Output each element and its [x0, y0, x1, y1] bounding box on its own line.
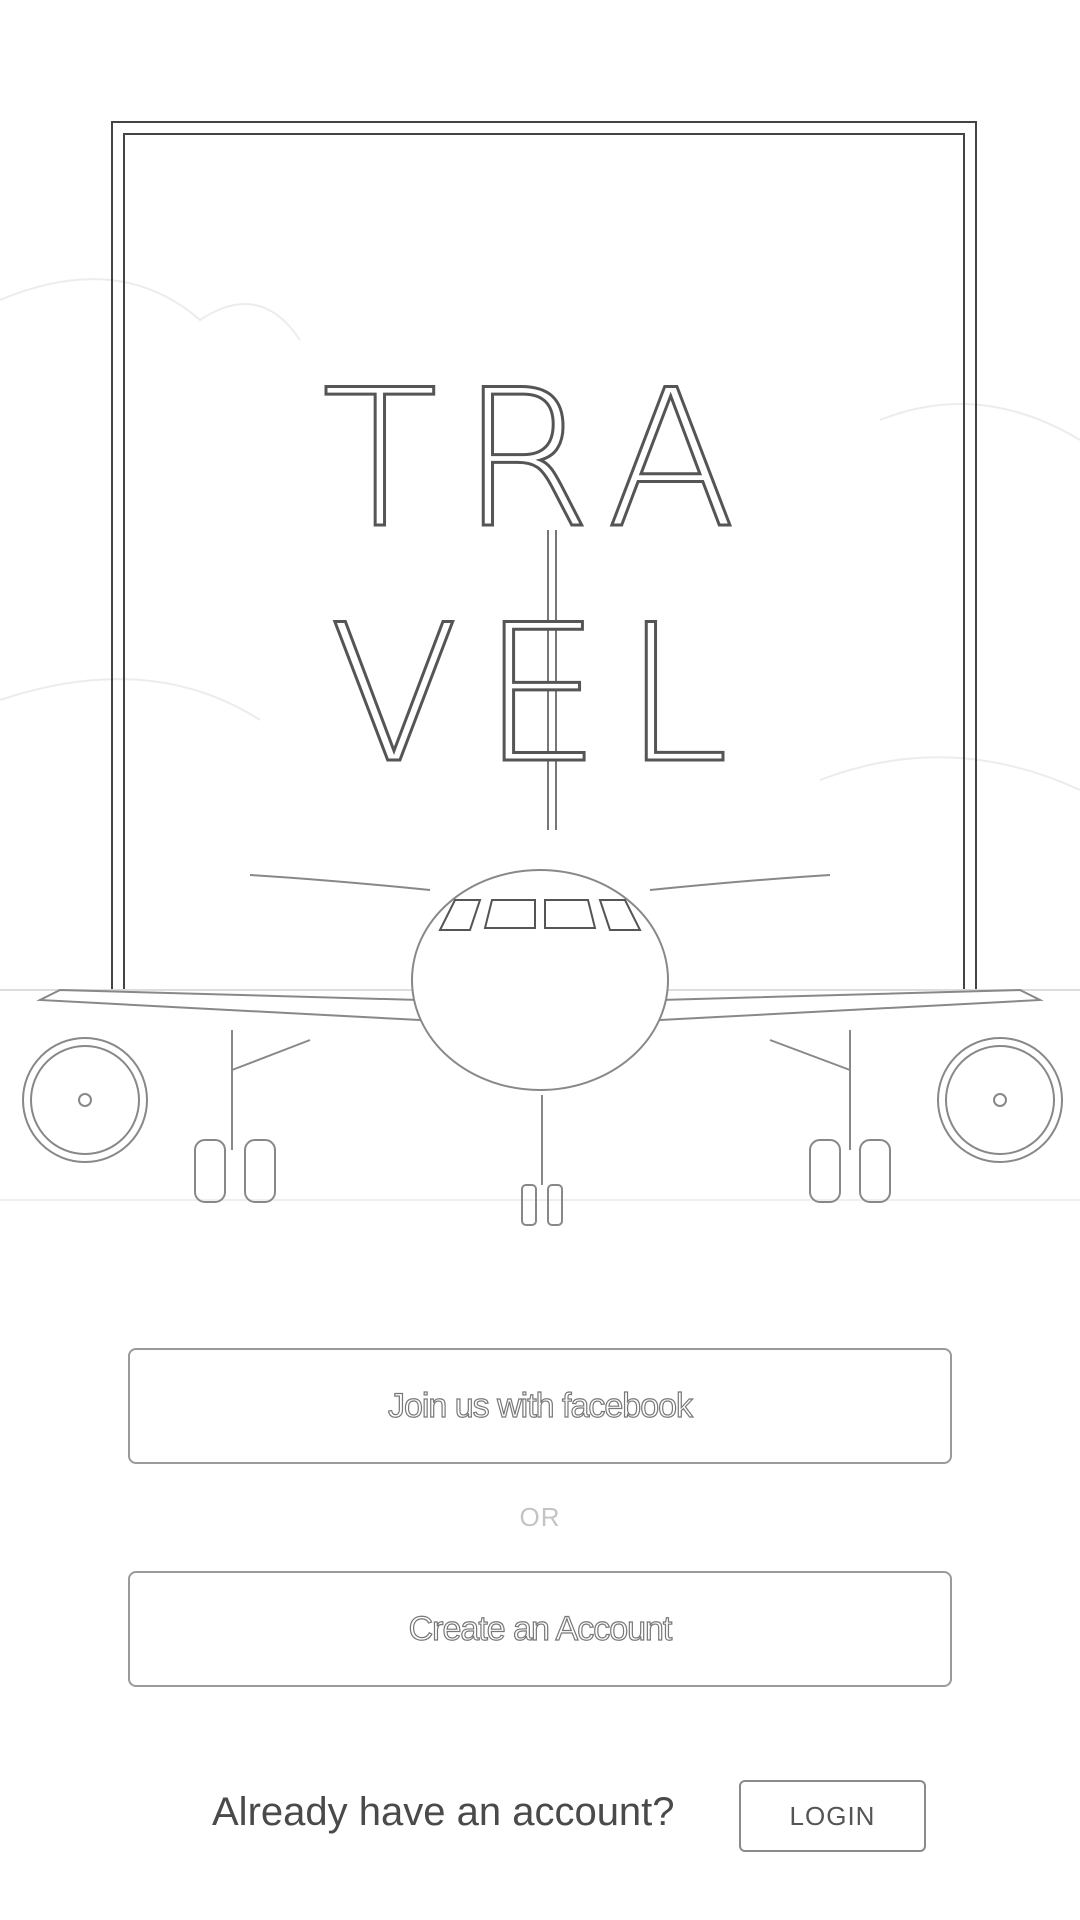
- or-divider: OR: [519, 1502, 561, 1532]
- already-account-text: Already have an account?: [212, 1790, 675, 1834]
- create-account-button[interactable]: Create an Account: [128, 1571, 952, 1687]
- brand-title-line-1: TRA: [320, 349, 759, 570]
- join-facebook-button[interactable]: Join us with facebook: [128, 1348, 952, 1464]
- login-button[interactable]: LOGIN: [739, 1780, 926, 1852]
- brand-title-line-2: VEL: [328, 584, 751, 805]
